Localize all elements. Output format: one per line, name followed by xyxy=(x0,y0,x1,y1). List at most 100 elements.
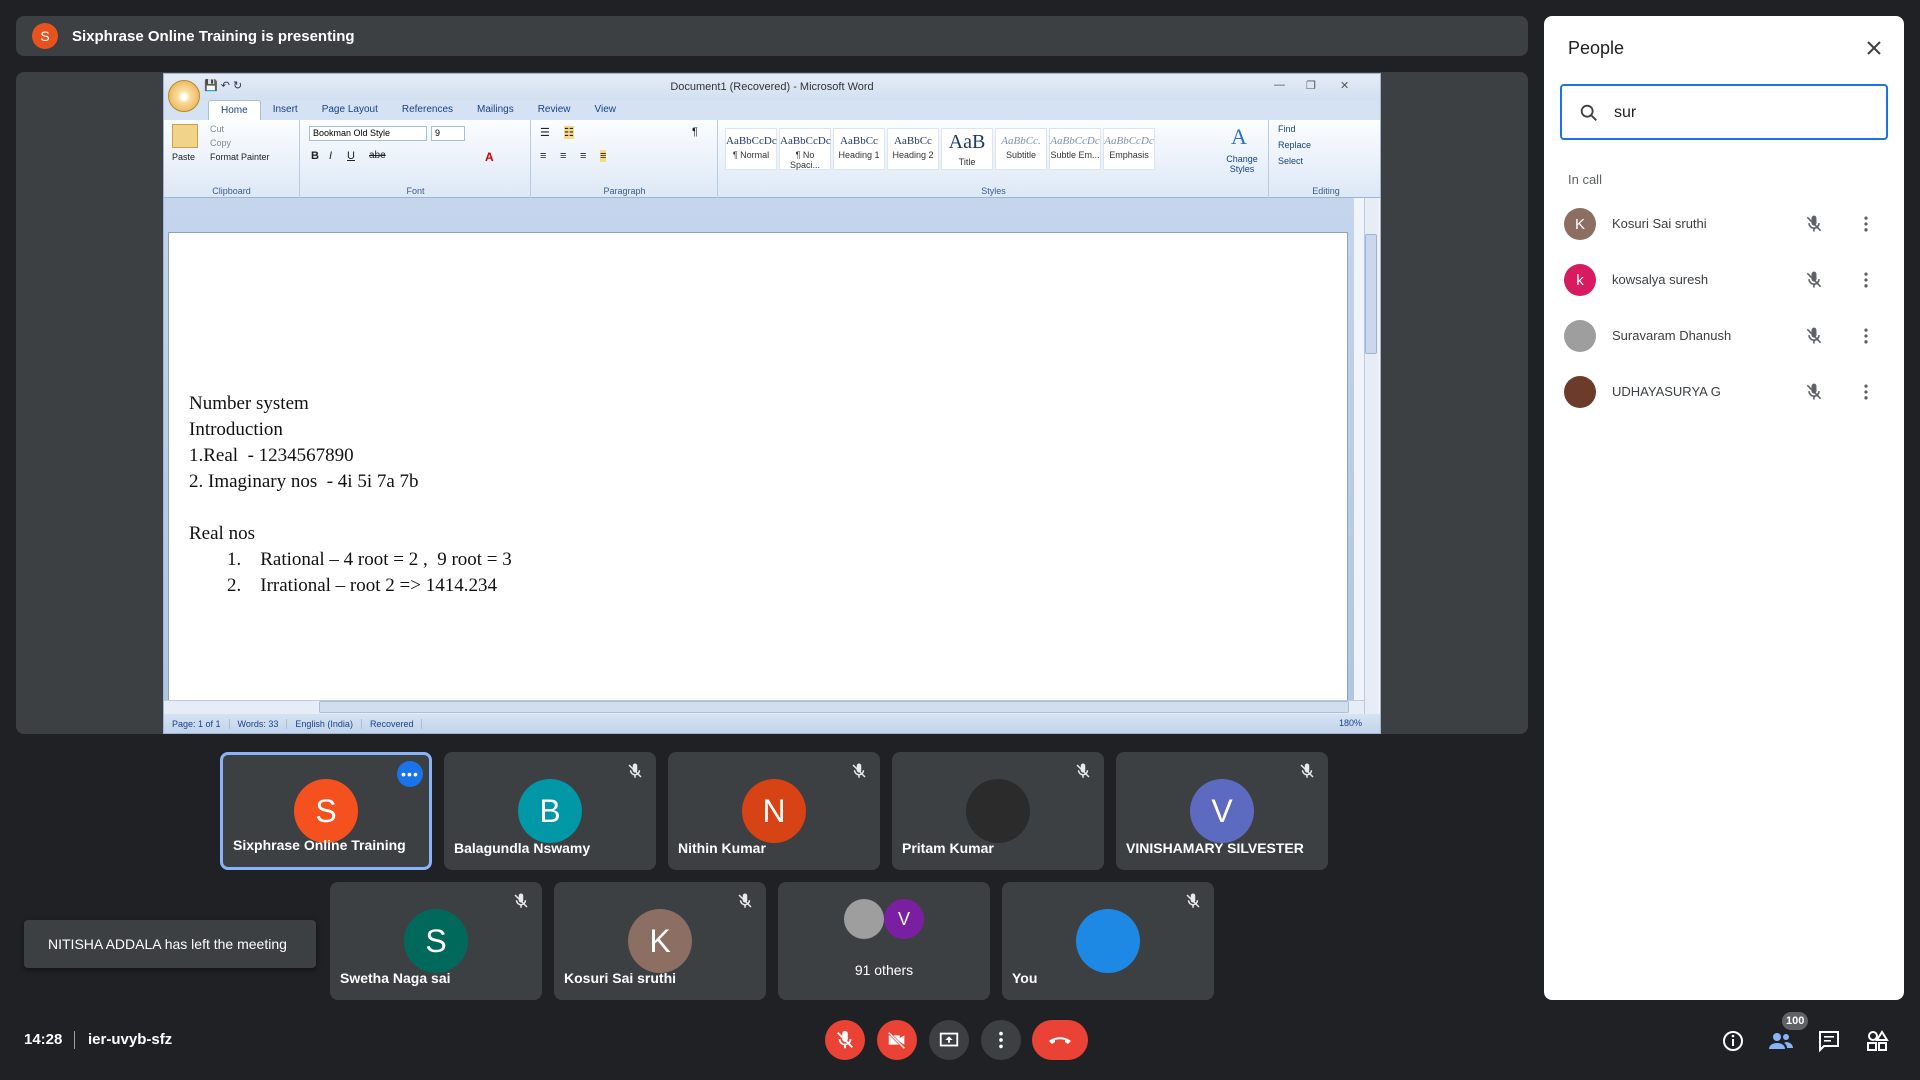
participant-tile[interactable]: V 91 others xyxy=(778,882,990,1000)
word-status-bar: Page: 1 of 1 Words: 33 English (India) R… xyxy=(164,714,1380,733)
style-tile: AaBbCcDc ¶ No Spaci... xyxy=(779,128,831,170)
font-group-label: Font xyxy=(406,186,425,196)
close-panel-button[interactable] xyxy=(1862,36,1886,60)
clipboard-group: Paste Cut Copy Format Painter Clipboard xyxy=(164,120,300,198)
info-icon xyxy=(1723,1031,1743,1051)
ribbon-tabs: Home Insert Page Layout References Mailings R… xyxy=(164,100,1380,120)
participant-name: Suravaram Dhanush xyxy=(1612,328,1732,343)
strikethrough-icon: abe xyxy=(369,150,386,161)
participant-tile[interactable]: K Kosuri Sai sruthi xyxy=(554,882,766,1000)
participant-avatar xyxy=(966,779,1030,843)
style-tile: AaBbCc Heading 2 xyxy=(887,128,939,170)
mic-off-icon[interactable] xyxy=(1804,326,1824,346)
participant-row[interactable]: k kowsalya suresh xyxy=(1544,252,1904,308)
document-line: Introduction xyxy=(189,419,283,440)
ribbon-tab-insert: Insert xyxy=(272,104,298,115)
participant-name: Balagundla Nswamy xyxy=(454,840,591,856)
participant-tile[interactable]: V VINISHAMARY SILVESTER xyxy=(1116,752,1328,870)
align-center-icon: ≡ xyxy=(560,150,567,162)
paste-label: Paste xyxy=(172,152,196,162)
participant-more-icon[interactable] xyxy=(1856,270,1876,290)
style-tile: AaBbCcDc ¶ Normal xyxy=(725,128,777,170)
style-name: Title xyxy=(958,157,976,167)
participant-name: Kosuri Sai sruthi xyxy=(1612,216,1707,231)
participant-more-icon[interactable] xyxy=(1856,214,1876,234)
align-right-icon: ≡ xyxy=(580,150,587,162)
font-color-icon: A xyxy=(485,150,494,164)
participant-name: Kosuri Sai sruthi xyxy=(564,970,677,986)
styles-group-label: Styles xyxy=(981,186,1006,196)
people-search-field[interactable]: sur xyxy=(1560,84,1888,140)
mic-toggle-button[interactable] xyxy=(825,1020,865,1060)
present-button[interactable] xyxy=(929,1020,969,1060)
participant-avatar: N xyxy=(742,779,806,843)
bullets-icon: ☰ xyxy=(540,127,550,139)
separator xyxy=(74,1031,75,1049)
people-panel: People sur In call K Kosuri Sai sruthi k ko… xyxy=(1544,16,1904,1000)
participant-row[interactable]: K Kosuri Sai sruthi xyxy=(1544,196,1904,252)
style-sample: AaBbCc xyxy=(894,135,932,147)
document-page: Number system Introduction 1.Real - 123456… xyxy=(168,232,1348,722)
style-name: ¶ No Spaci... xyxy=(789,150,820,170)
redo-icon: ↻ xyxy=(233,80,243,92)
participant-more-icon[interactable] xyxy=(1856,326,1876,346)
change-styles-label: Change Styles xyxy=(1226,154,1258,174)
participant-name: Pritam Kumar xyxy=(902,840,994,856)
people-search-input[interactable]: sur xyxy=(1614,104,1636,122)
participant-name: You xyxy=(1012,970,1038,986)
mic-off-icon[interactable] xyxy=(1804,382,1824,402)
style-name: Subtle Em... xyxy=(1050,150,1100,160)
activities-button[interactable] xyxy=(1864,1028,1890,1054)
mic-off-icon[interactable] xyxy=(1804,270,1824,290)
mic-off-icon[interactable] xyxy=(1804,214,1824,234)
document-line: Number system xyxy=(189,393,309,414)
participant-avatar: V xyxy=(1190,779,1254,843)
style-sample: AaBbCcDc xyxy=(780,135,831,147)
style-sample: AaBbCcDc xyxy=(726,135,777,147)
more-options-button[interactable] xyxy=(981,1020,1021,1060)
paragraph-group: ☰ ☷ ¶ ≡ ≡ ≡ ≡ Paragraph xyxy=(532,120,718,198)
participant-avatar xyxy=(1564,320,1596,352)
tile-options-button[interactable]: ••• xyxy=(397,761,423,787)
word-title-bar: Document1 (Recovered) - Microsoft Word —… xyxy=(164,74,1380,100)
editing-group: Find Replace Select Editing xyxy=(1270,120,1380,198)
participant-row[interactable]: UDHAYASURYA G xyxy=(1544,364,1904,420)
participant-tile[interactable]: S Sixphrase Online Training ••• xyxy=(220,752,432,870)
language-status: English (India) xyxy=(287,719,362,729)
document-line: 2. Imaginary nos - 4i 5i 7a 7b xyxy=(189,471,419,492)
phone-hangup-icon xyxy=(1049,1037,1071,1044)
horizontal-scroll-thumb xyxy=(319,701,1349,713)
participant-name: Nithin Kumar xyxy=(678,840,766,856)
participant-tile[interactable]: N Nithin Kumar xyxy=(668,752,880,870)
participant-avatar xyxy=(1564,376,1596,408)
participant-tile[interactable]: Pritam Kumar xyxy=(892,752,1104,870)
close-icon xyxy=(1867,41,1881,55)
style-sample: AaBbCc. xyxy=(1001,135,1041,147)
leave-call-button[interactable] xyxy=(1032,1020,1088,1060)
camera-toggle-button[interactable] xyxy=(877,1020,917,1060)
people-panel-title: People xyxy=(1568,38,1625,58)
people-button[interactable] xyxy=(1768,1028,1794,1054)
shared-word-window: Document1 (Recovered) - Microsoft Word —… xyxy=(163,73,1381,734)
more-vert-icon xyxy=(999,1031,1003,1049)
justify-icon: ≡ xyxy=(600,150,607,162)
participant-tile[interactable]: S Swetha Naga sai xyxy=(330,882,542,1000)
style-name: Subtitle xyxy=(1005,150,1037,160)
replace-label: Replace xyxy=(1278,140,1312,150)
participant-row[interactable]: Suravaram Dhanush xyxy=(1544,308,1904,364)
participant-name: VINISHAMARY SILVESTER xyxy=(1126,840,1304,856)
editing-group-label: Editing xyxy=(1312,186,1340,196)
participant-more-icon[interactable] xyxy=(1856,382,1876,402)
left-meeting-toast: NITISHA ADDALA has left the meeting xyxy=(24,920,316,968)
participant-tile[interactable]: B Balagundla Nswamy xyxy=(444,752,656,870)
meeting-details-button[interactable] xyxy=(1720,1028,1746,1054)
style-sample: AaBbCcDc xyxy=(1050,135,1100,147)
style-sample: AaB xyxy=(948,131,986,153)
participant-tile[interactable]: You xyxy=(1002,882,1214,1000)
participant-name: kowsalya suresh xyxy=(1612,272,1709,287)
style-tile: AaBbCcDc Subtle Em... xyxy=(1049,128,1101,170)
select-label: Select xyxy=(1278,156,1304,166)
copy-label: Copy xyxy=(210,138,232,148)
chat-button[interactable] xyxy=(1816,1028,1842,1054)
